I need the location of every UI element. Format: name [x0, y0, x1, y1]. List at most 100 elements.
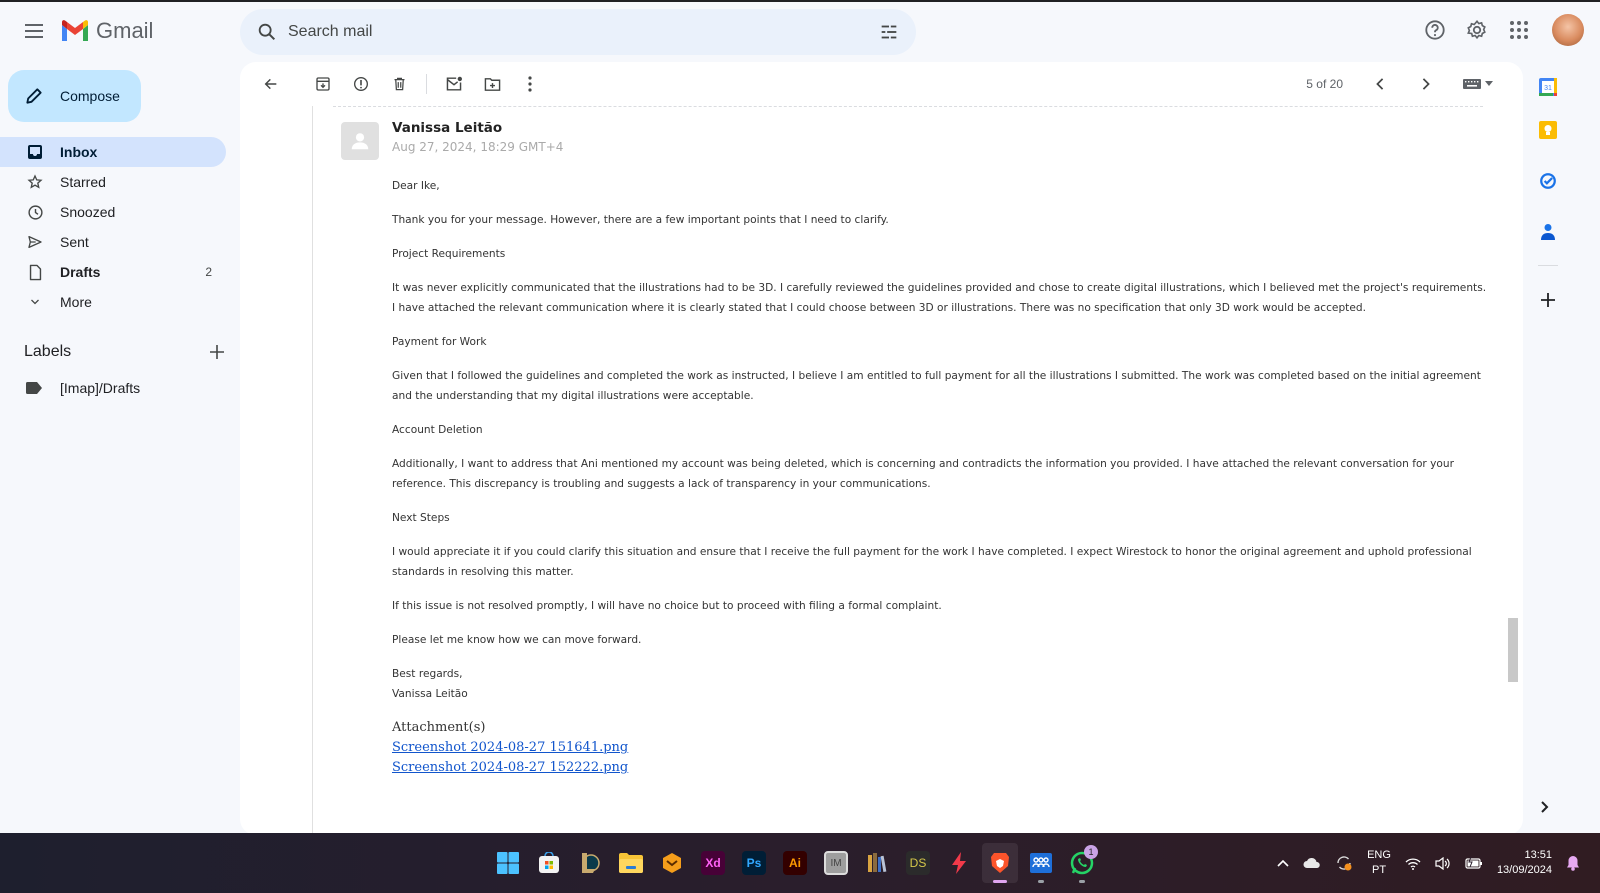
volume-icon[interactable] [1435, 856, 1451, 870]
section-heading: Account Deletion [392, 424, 483, 436]
archive-button[interactable] [304, 65, 342, 103]
closing: Best regards, [392, 668, 463, 680]
keep-button[interactable] [1528, 104, 1568, 155]
input-tools-button[interactable] [1463, 79, 1493, 89]
sidebar-nav: Inbox Starred Snoozed Sent Drafts 2 More [0, 137, 226, 317]
account-avatar[interactable] [1552, 14, 1584, 46]
sidebar-item-inbox[interactable]: Inbox [0, 137, 226, 167]
show-hidden-icons-chevron-up-icon[interactable] [1277, 859, 1289, 867]
battery-charging-icon[interactable] [1465, 857, 1483, 869]
sidebar-item-more[interactable]: More [0, 287, 226, 317]
more-actions-button[interactable] [511, 65, 549, 103]
newer-button[interactable] [1361, 65, 1399, 103]
taskbar-apps: Xd Ps Ai IM DS 1 [490, 833, 1100, 893]
contacts-button[interactable] [1528, 206, 1568, 257]
calendar-button[interactable]: 31 [1528, 70, 1568, 104]
notification-badge: 1 [1084, 845, 1098, 859]
taskbar-brave-browser[interactable] [982, 843, 1018, 883]
start-button[interactable] [490, 843, 526, 883]
sidebar-item-sent[interactable]: Sent [0, 227, 226, 257]
taskbar-file-explorer[interactable] [613, 843, 649, 883]
attachment-link[interactable]: Screenshot 2024-08-27 152222.png [392, 758, 1487, 778]
system-tray: ENG PT 13:51 13/09/2024 [1277, 833, 1600, 893]
inbox-icon [26, 143, 44, 161]
onedrive-cloud-icon[interactable] [1303, 857, 1321, 869]
add-label-icon[interactable] [210, 345, 224, 359]
taskbar-illustrator[interactable]: Ai [777, 843, 813, 883]
settings-button[interactable] [1464, 17, 1490, 43]
folder-icon [619, 853, 643, 873]
label-item[interactable]: [Imap]/Drafts [0, 373, 140, 403]
im-app-icon: IM [824, 851, 848, 875]
taskbar-app-ds[interactable]: DS [900, 843, 936, 883]
sidebar-item-snoozed[interactable]: Snoozed [0, 197, 226, 227]
help-button[interactable] [1422, 17, 1448, 43]
send-icon [26, 233, 44, 251]
older-button[interactable] [1407, 65, 1445, 103]
mark-unread-button[interactable] [435, 65, 473, 103]
tasks-icon [1540, 172, 1556, 189]
taskbar-app-im[interactable]: IM [818, 843, 854, 883]
body-paragraph: Thank you for your message. However, the… [392, 214, 889, 226]
sender-avatar [341, 122, 379, 160]
apps-button[interactable] [1506, 17, 1532, 43]
taskbar-microsoft-store[interactable] [531, 843, 567, 883]
add-addon-icon [1541, 292, 1555, 307]
attachment-link[interactable]: Screenshot 2024-08-27 151641.png [392, 738, 1487, 758]
compose-button[interactable]: Compose [8, 70, 141, 122]
clock[interactable]: 13:51 13/09/2024 [1497, 848, 1552, 878]
sync-icon[interactable] [1335, 854, 1353, 872]
search-bar[interactable] [240, 9, 916, 55]
illustrator-icon: Ai [783, 851, 807, 875]
message-content: Vanissa Leitão Aug 27, 2024, 18:29 GMT+4… [312, 106, 1512, 835]
show-side-panel-button[interactable] [1535, 797, 1555, 817]
delete-button[interactable] [380, 65, 418, 103]
ds-app-icon: DS [906, 851, 930, 875]
calendar-icon: 31 [1539, 78, 1557, 96]
gmail-m-icon [62, 20, 88, 41]
contacts-icon [1541, 223, 1555, 240]
taskbar-app-bolt[interactable] [941, 843, 977, 883]
notification-bell-icon[interactable] [1566, 855, 1580, 871]
running-indicator [1079, 880, 1085, 883]
search-input[interactable] [288, 23, 878, 41]
body-paragraph: If this issue is not resolved promptly, … [392, 600, 942, 612]
message-body: Dear Ike, Thank you for your message. Ho… [392, 176, 1487, 778]
body-paragraph: Given that I followed the guidelines and… [392, 370, 1481, 402]
input-language[interactable]: ENG PT [1367, 848, 1391, 878]
sidebar-item-starred[interactable]: Starred [0, 167, 226, 197]
taskbar-adobe-xd[interactable]: Xd [695, 843, 731, 883]
search-options-icon[interactable] [878, 21, 900, 43]
taskbar-photoshop[interactable]: Ps [736, 843, 772, 883]
section-heading: Payment for Work [392, 336, 487, 348]
taskbar-league-of-legends[interactable] [572, 843, 608, 883]
running-indicator [1038, 880, 1044, 883]
get-addons-button[interactable] [1528, 274, 1568, 325]
windows-taskbar: Xd Ps Ai IM DS 1 ENG PT 13:51 13/09/2024 [0, 833, 1600, 893]
photoshop-icon: Ps [742, 851, 766, 875]
taskbar-app-people[interactable] [1023, 843, 1059, 883]
brave-lion-icon [991, 853, 1009, 873]
menu-icon [25, 24, 43, 26]
wifi-icon[interactable] [1405, 857, 1421, 870]
labels-header: Labels [24, 343, 224, 361]
body-paragraph: Additionally, I want to address that Ani… [392, 458, 1454, 490]
keyboard-icon [1463, 79, 1481, 89]
move-to-button[interactable] [473, 65, 511, 103]
taskbar-whatsapp[interactable]: 1 [1064, 843, 1100, 883]
search-icon[interactable] [256, 21, 278, 43]
gmail-logo[interactable]: Gmail [60, 18, 153, 44]
report-spam-button[interactable] [342, 65, 380, 103]
language-code: ENG [1367, 849, 1391, 861]
taskbar-app-orange[interactable] [654, 843, 690, 883]
tasks-button[interactable] [1528, 155, 1568, 206]
menu-icon-bar [25, 30, 43, 32]
main-menu-button[interactable] [22, 20, 46, 44]
back-button[interactable] [252, 65, 290, 103]
sidebar-item-drafts[interactable]: Drafts 2 [0, 257, 226, 287]
orange-app-icon [663, 853, 681, 873]
label-icon [26, 382, 44, 394]
message-date: Aug 27, 2024, 18:29 GMT+4 [392, 140, 564, 154]
scrollbar-thumb[interactable] [1508, 618, 1518, 682]
taskbar-library[interactable] [859, 843, 895, 883]
